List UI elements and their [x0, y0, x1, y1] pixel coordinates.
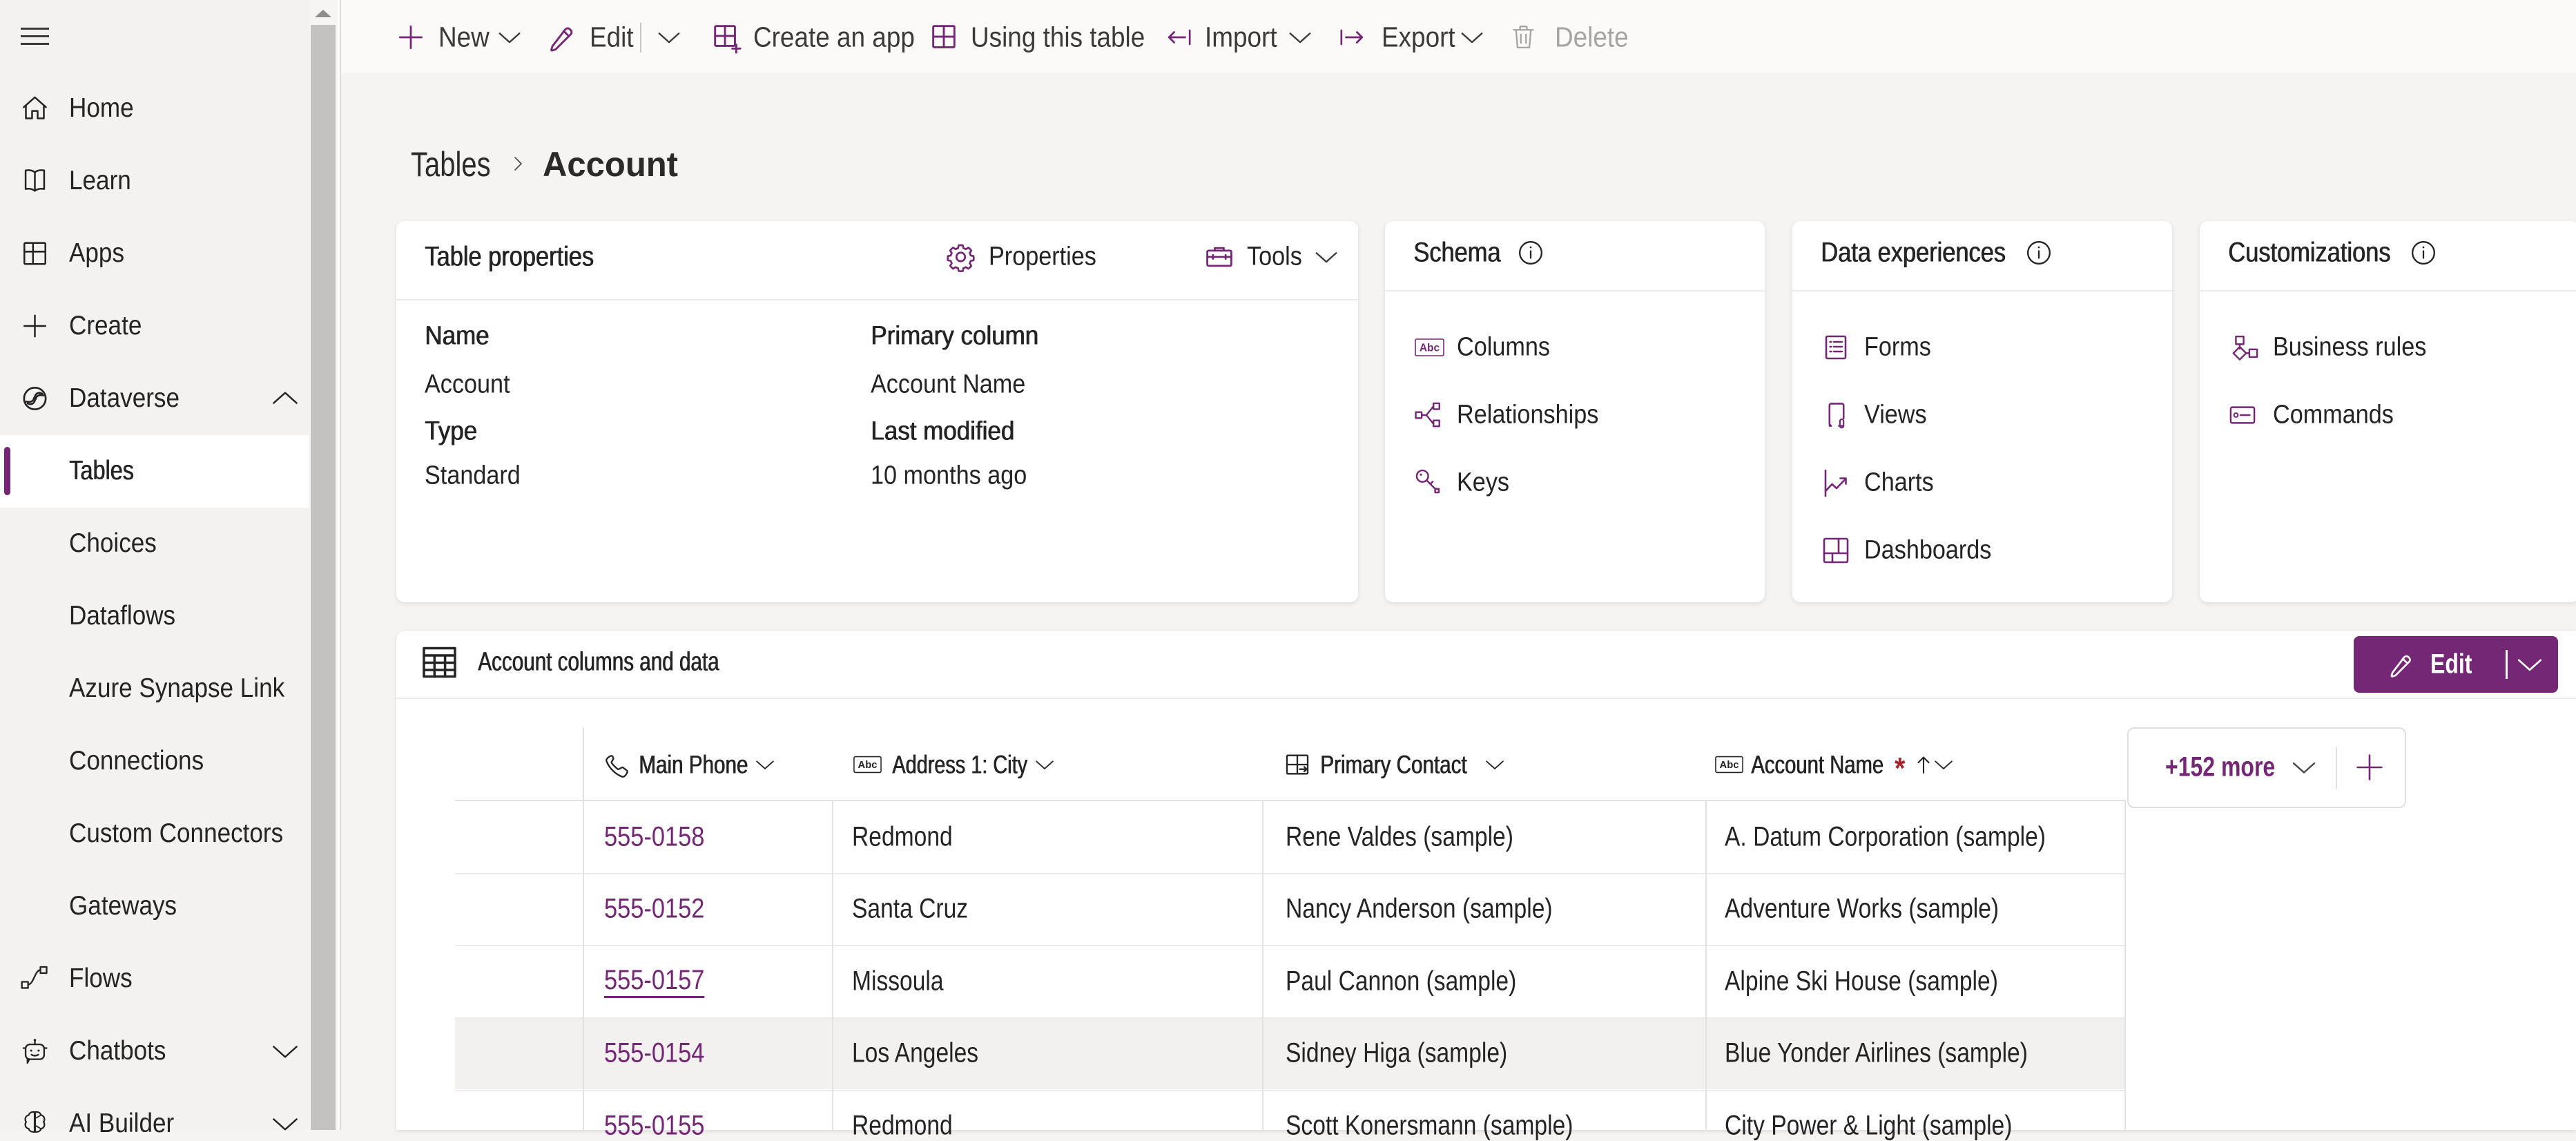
svg-text:Abc: Abc	[1420, 343, 1440, 354]
svg-text:Abc: Abc	[858, 760, 878, 771]
svg-text:Abc: Abc	[1720, 760, 1739, 771]
